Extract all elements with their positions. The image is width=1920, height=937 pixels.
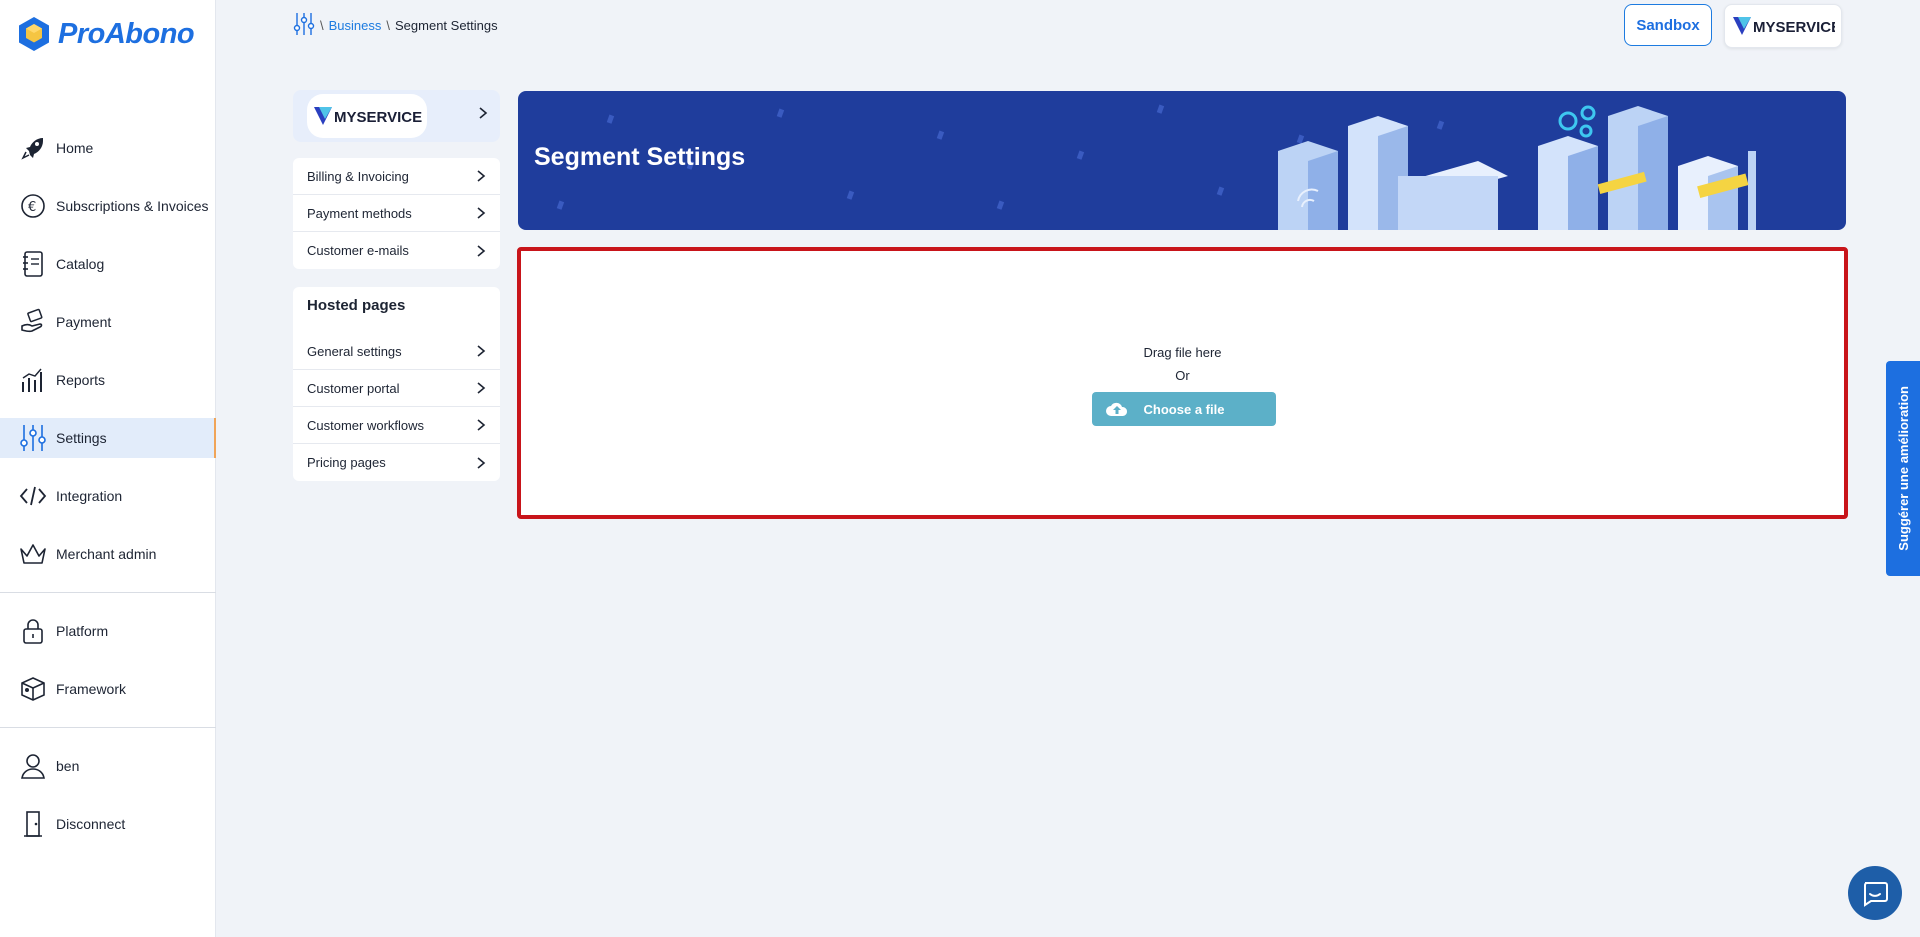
crown-icon xyxy=(18,539,48,569)
rocket-icon xyxy=(18,133,48,163)
nav-label: Payment xyxy=(56,314,112,330)
submenu-item-pricing-pages[interactable]: Pricing pages xyxy=(293,444,500,481)
sidebar: ProAbono Home € Subscriptions & Invoices… xyxy=(0,0,216,937)
nav-divider xyxy=(0,727,216,728)
nav-label: Home xyxy=(56,140,94,156)
lock-icon xyxy=(18,616,48,646)
page-banner: Segment Settings xyxy=(518,91,1846,230)
submenu-item-billing[interactable]: Billing & Invoicing xyxy=(293,158,500,195)
chat-launcher-button[interactable] xyxy=(1848,866,1902,920)
submenu-item-customer-emails[interactable]: Customer e-mails xyxy=(293,232,500,269)
suggest-improvement-tab[interactable]: Suggérer une amélioration xyxy=(1886,361,1920,576)
nav-item-user[interactable]: ben xyxy=(0,746,216,786)
cloud-upload-icon xyxy=(1106,402,1128,416)
submenu-label: Customer e-mails xyxy=(307,243,409,258)
nav-label: Disconnect xyxy=(56,816,126,832)
sliders-icon[interactable] xyxy=(293,12,315,39)
submenu-item-customer-portal[interactable]: Customer portal xyxy=(293,370,500,407)
nav-label: Framework xyxy=(56,681,127,697)
nav-label: Reports xyxy=(56,372,106,388)
chevron-right-icon xyxy=(477,419,486,431)
nav-item-integration[interactable]: Integration xyxy=(0,476,216,516)
main-nav: Home € Subscriptions & Invoices Catalog … xyxy=(0,128,216,862)
chevron-right-icon xyxy=(477,345,486,357)
breadcrumb-separator: \ xyxy=(386,18,390,33)
hosted-pages-panel: Hosted pages General settings Customer p… xyxy=(293,287,500,481)
breadcrumb-current: Segment Settings xyxy=(395,18,498,33)
nav-item-subscriptions[interactable]: € Subscriptions & Invoices xyxy=(0,186,216,226)
breadcrumb: \ Business \ Segment Settings xyxy=(293,12,498,39)
chat-icon xyxy=(1864,882,1888,907)
user-icon xyxy=(18,751,48,781)
myservice-logo: MYSERVICE xyxy=(1733,17,1835,36)
nav-item-disconnect[interactable]: Disconnect xyxy=(0,804,216,844)
file-drop-zone[interactable]: Drag file here Or Choose a file xyxy=(517,247,1848,519)
page-title: Segment Settings xyxy=(534,143,746,171)
submenu-item-customer-workflows[interactable]: Customer workflows xyxy=(293,407,500,444)
business-chip: MYSERVICE xyxy=(307,94,427,138)
business-selector[interactable]: MYSERVICE xyxy=(293,90,500,142)
nav-item-reports[interactable]: Reports xyxy=(0,360,216,400)
myservice-logo: MYSERVICE xyxy=(314,107,422,126)
breadcrumb-separator: \ xyxy=(320,18,324,33)
svg-text:€: € xyxy=(28,200,36,215)
chevron-right-icon xyxy=(477,456,486,469)
submenu-label: General settings xyxy=(307,343,402,359)
logo-text: ProAbono xyxy=(58,17,195,50)
choose-file-label: Choose a file xyxy=(1143,401,1225,417)
notebook-icon xyxy=(18,249,48,279)
drag-file-text: Drag file here xyxy=(1143,345,1222,360)
nav-label: Merchant admin xyxy=(56,546,157,562)
chevron-right-icon xyxy=(478,106,488,125)
submenu-label: Pricing pages xyxy=(307,455,386,470)
nav-item-catalog[interactable]: Catalog xyxy=(0,244,216,284)
chevron-right-icon xyxy=(477,244,486,257)
nav-label: Catalog xyxy=(56,256,105,272)
business-settings-panel: Billing & Invoicing Payment methods Cust… xyxy=(293,158,500,269)
submenu-label: Customer workflows xyxy=(307,417,425,433)
chart-icon xyxy=(18,365,48,395)
submenu-item-general-settings[interactable]: General settings xyxy=(293,333,500,370)
door-icon xyxy=(18,809,48,839)
submenu-label: Payment methods xyxy=(307,205,412,221)
nav-item-framework[interactable]: Framework xyxy=(0,669,216,709)
business-switcher-button[interactable]: MYSERVICE xyxy=(1724,4,1842,48)
proabono-logo[interactable]: ProAbono xyxy=(18,16,195,52)
or-text: Or xyxy=(1175,368,1190,383)
nav-item-settings[interactable]: Settings xyxy=(0,418,216,458)
sandbox-button[interactable]: Sandbox xyxy=(1624,4,1712,46)
brand-name: MYSERVICE xyxy=(334,109,422,126)
chevron-right-icon xyxy=(477,382,486,394)
chevron-right-icon xyxy=(477,207,486,219)
code-icon xyxy=(18,481,48,511)
nav-label: Subscriptions & Invoices xyxy=(56,198,209,214)
nav-divider xyxy=(0,592,216,593)
sliders-icon xyxy=(18,423,48,453)
hand-money-icon xyxy=(18,307,48,337)
chevron-right-icon xyxy=(477,170,486,182)
nav-item-payment[interactable]: Payment xyxy=(0,302,216,342)
brand-name: MYSERVICE xyxy=(1753,19,1835,36)
nav-item-merchant-admin[interactable]: Merchant admin xyxy=(0,534,216,574)
submenu-item-payment-methods[interactable]: Payment methods xyxy=(293,195,500,232)
box-icon xyxy=(18,674,48,704)
nav-label: ben xyxy=(56,758,80,774)
suggest-improvement-label: Suggérer une amélioration xyxy=(1895,386,1911,551)
logo-hexagon-icon xyxy=(19,17,49,51)
nav-label: Platform xyxy=(56,623,109,639)
submenu-label: Customer portal xyxy=(307,380,400,396)
euro-cycle-icon: € xyxy=(18,191,48,221)
nav-item-home[interactable]: Home xyxy=(0,128,216,168)
nav-item-platform[interactable]: Platform xyxy=(0,611,216,651)
nav-label: Integration xyxy=(56,488,123,504)
nav-label: Settings xyxy=(56,430,107,446)
submenu-label: Billing & Invoicing xyxy=(307,168,409,184)
choose-file-button[interactable]: Choose a file xyxy=(1092,392,1276,426)
hosted-pages-title: Hosted pages xyxy=(307,297,406,314)
breadcrumb-business-link[interactable]: Business xyxy=(329,18,382,33)
